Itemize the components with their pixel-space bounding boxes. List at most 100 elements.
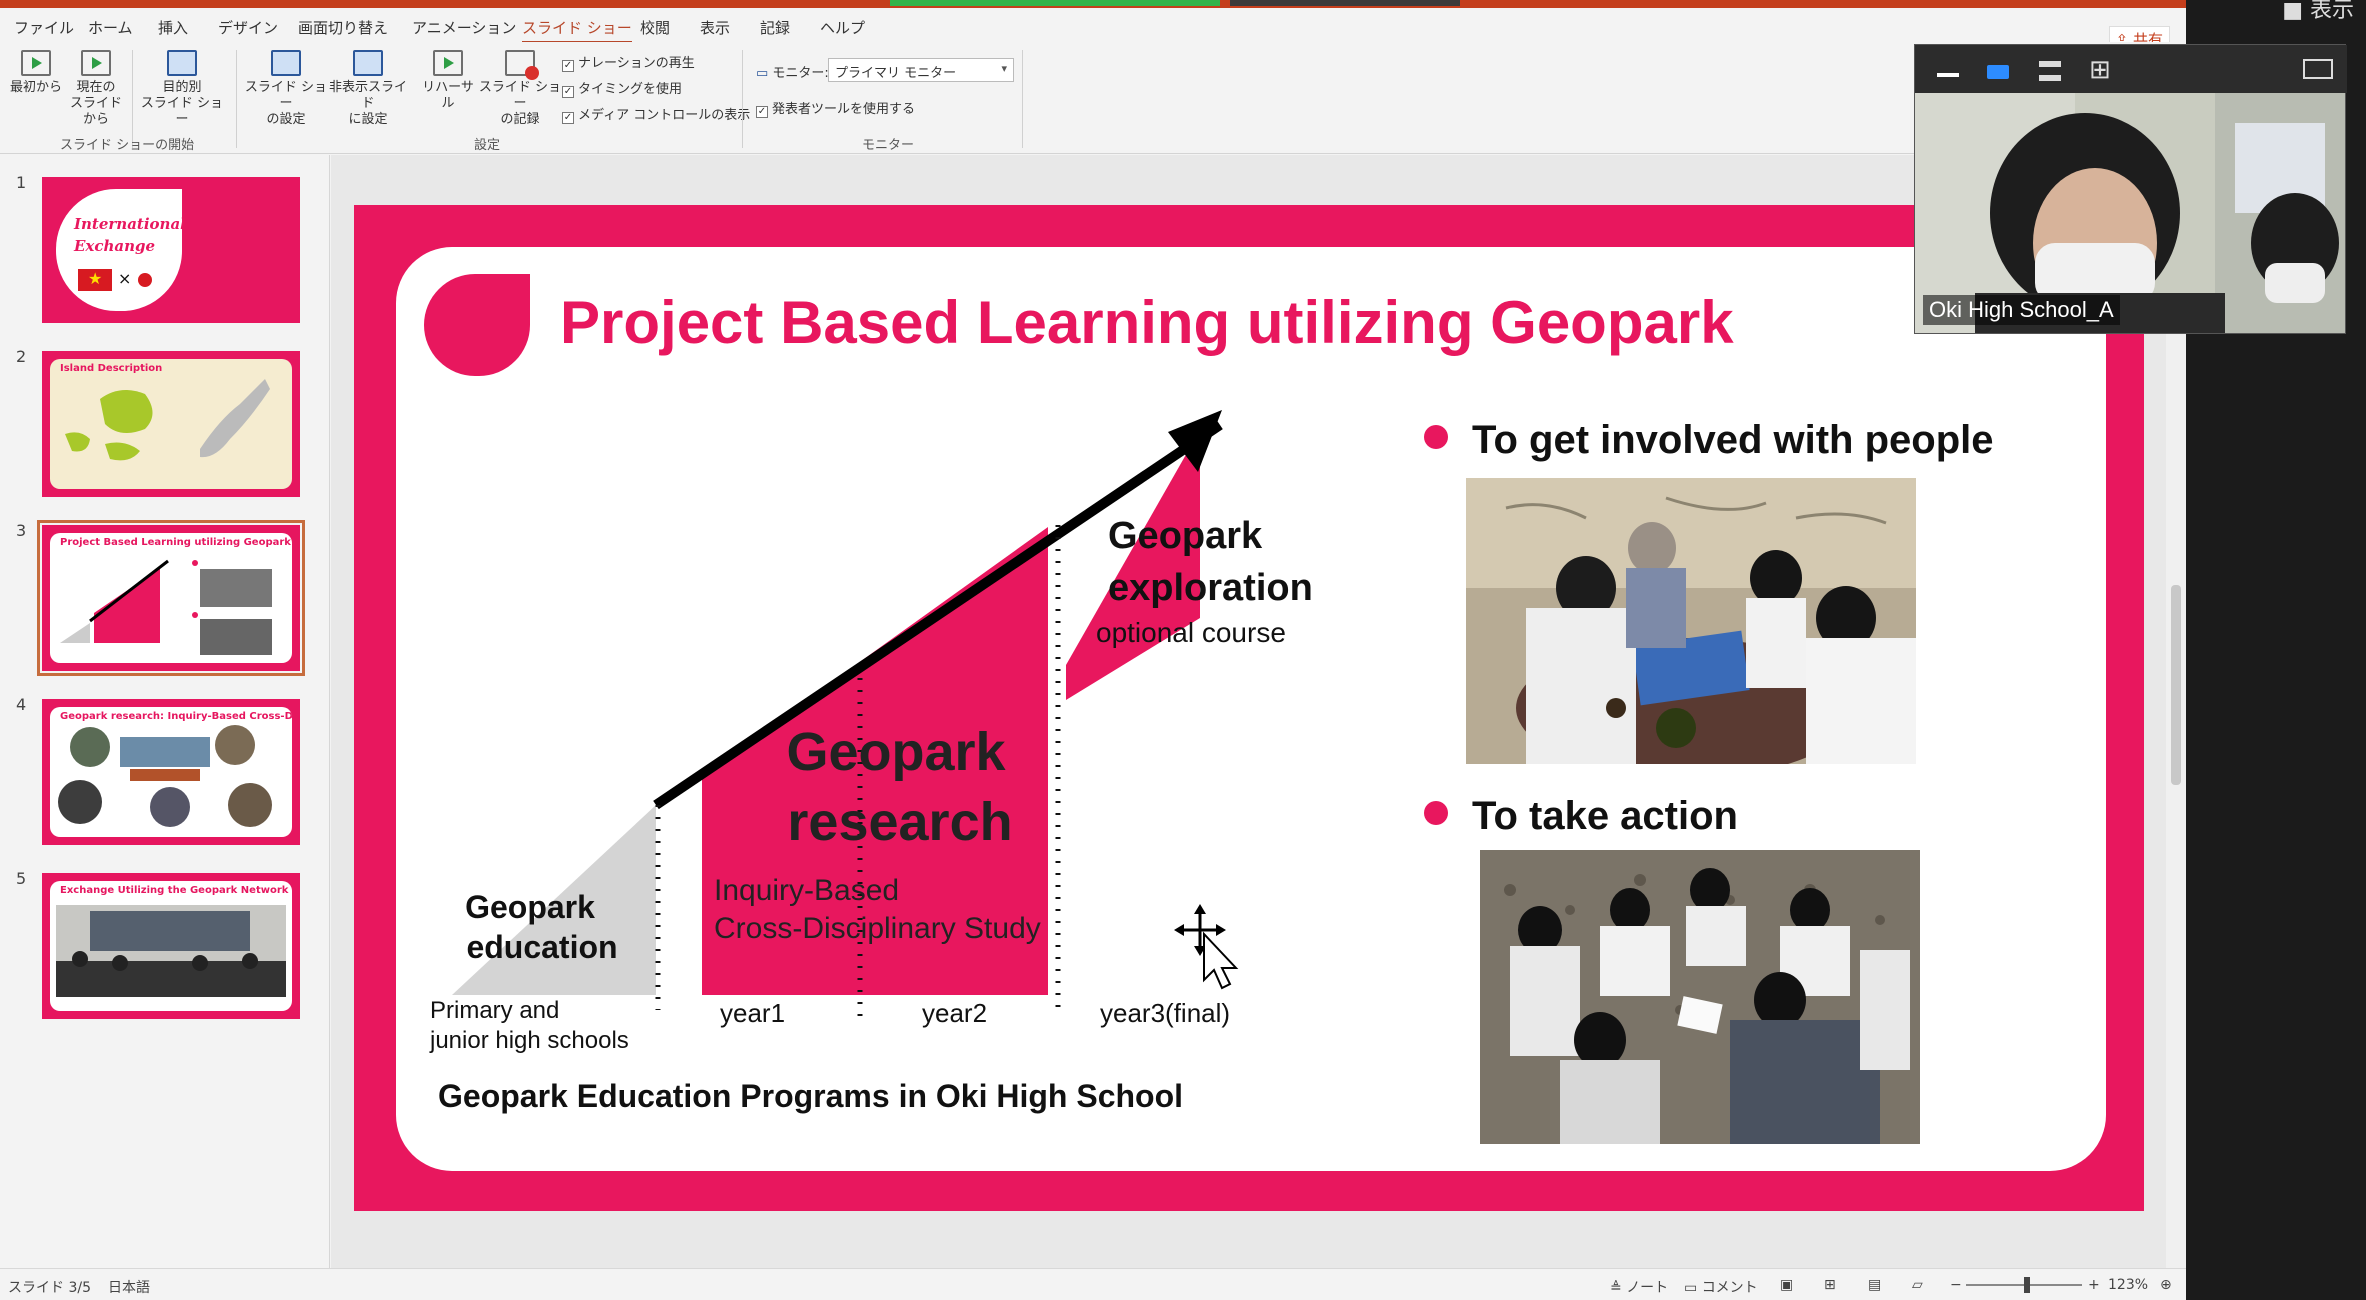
setup-label-2: の設定: [266, 112, 306, 127]
exploration-label-1: Geopark: [1108, 515, 1263, 557]
group-label-start: スライド ショーの開始: [60, 138, 195, 153]
edu-label-1: Geopark: [465, 889, 595, 925]
tab-help[interactable]: ヘルプ: [820, 17, 865, 38]
tab-view[interactable]: 表示: [700, 17, 730, 38]
progress-segment: [890, 0, 1220, 6]
tab-design[interactable]: デザイン: [218, 17, 278, 38]
check-icon: ✓: [562, 112, 574, 124]
zoom-in-icon[interactable]: +: [2088, 1277, 2100, 1293]
island-map-icon: [65, 379, 270, 461]
check-icon: ✓: [756, 106, 768, 118]
view-icon: ■: [2282, 0, 2310, 23]
media-controls-checkbox[interactable]: ✓ メディア コントロールの表示: [562, 104, 750, 124]
normal-view-icon[interactable]: ▣: [1780, 1277, 1793, 1293]
minimize-icon[interactable]: [1937, 73, 1959, 77]
exit-minimized-icon[interactable]: [2303, 59, 2333, 79]
move-cursor-icon: [1174, 904, 1239, 990]
rehearse-button[interactable]: リハーサル: [418, 50, 478, 112]
video-thumbnail-panel: ⊞ Oki High School_A: [1914, 44, 2347, 334]
zoom-out-icon[interactable]: −: [1950, 1277, 1962, 1293]
tab-file[interactable]: ファイル: [14, 17, 74, 38]
gallery-view-icon[interactable]: ⊞: [2089, 57, 2111, 83]
group-label-setup: 設定: [474, 138, 501, 153]
zoom-view-label[interactable]: ■ 表示: [2282, 0, 2354, 24]
reading-view-icon[interactable]: ▤: [1868, 1277, 1881, 1293]
thumbnail-slide-1[interactable]: International Exchange ★ ×: [42, 177, 300, 323]
research-label-2: research: [787, 792, 1012, 852]
from-current-label-1: 現在の: [76, 80, 116, 95]
thumbnail-view-icon[interactable]: [1987, 65, 2009, 79]
slide-sorter-icon[interactable]: ⊞: [1824, 1277, 1836, 1293]
custom-show-label-2: スライド ショー: [140, 96, 224, 127]
setup-slideshow-button[interactable]: スライド ショー の設定: [244, 50, 328, 128]
slideshow-view-icon[interactable]: ▱: [1912, 1277, 1923, 1293]
fit-to-window-icon[interactable]: ⊕: [2160, 1277, 2172, 1293]
thumbnail-slide-4[interactable]: Geopark research: Inquiry-Based Cross-Di…: [42, 699, 300, 845]
media-label: メディア コントロールの表示: [578, 108, 751, 123]
bullet-dot-icon: [1424, 425, 1448, 449]
slide-footer-caption: Geopark Education Programs in Oki High S…: [438, 1078, 1184, 1114]
timing-label: タイミングを使用: [578, 82, 683, 97]
from-current-button[interactable]: 現在の スライドから: [64, 50, 128, 128]
from-beginning-label: 最初から: [9, 80, 62, 95]
cross-icon: ×: [118, 269, 132, 288]
ribbon: 最初から 現在の スライドから 目的別 スライド ショー スライド ショーの開始…: [0, 42, 2186, 154]
hide-slide-button[interactable]: 非表示スライド に設定: [326, 50, 410, 128]
zoom-level[interactable]: 123%: [2108, 1277, 2148, 1293]
language-indicator[interactable]: 日本語: [108, 1277, 150, 1297]
narration-label: ナレーションの再生: [578, 56, 695, 71]
speaker-view-icon[interactable]: [2039, 61, 2061, 81]
research-label-1: Geopark: [786, 722, 1006, 782]
powerpoint-window: ファイル ホーム 挿入 デザイン 画面切り替え アニメーション スライド ショー…: [0, 0, 2186, 1300]
scrollbar-thumb[interactable]: [2171, 585, 2181, 785]
check-icon: ✓: [562, 60, 574, 72]
monitor-value: プライマリ モニター: [835, 66, 957, 81]
narration-checkbox[interactable]: ✓ ナレーションの再生: [562, 52, 695, 72]
participant-video[interactable]: Oki High School_A: [1915, 93, 2345, 333]
thumb-title: Geopark research: Inquiry-Based Cross-Di…: [60, 711, 292, 722]
zoom-slider-handle[interactable]: [2024, 1277, 2030, 1293]
tab-slideshow[interactable]: スライド ショー: [522, 17, 632, 44]
thumb-inner: Project Based Learning utilizing Geopark: [50, 533, 292, 663]
tab-insert[interactable]: 挿入: [158, 17, 188, 38]
photo-students-action: [1480, 850, 1920, 1144]
thumbnail-slide-2[interactable]: Island Description: [42, 351, 300, 497]
tab-animations[interactable]: アニメーション: [412, 17, 516, 38]
inquiry-label-1: Inquiry-Based: [714, 874, 899, 907]
photo-people-discussion: [1466, 478, 1916, 764]
thumb-classroom-photo-icon: [56, 905, 286, 997]
ribbon-divider: [236, 50, 237, 148]
optional-label: optional course: [1096, 617, 1286, 648]
thumb-number: 3: [16, 521, 27, 540]
record-slideshow-button[interactable]: スライド ショー の記録: [478, 50, 562, 128]
thumbnail-slide-3[interactable]: Project Based Learning utilizing Geopark: [37, 520, 305, 676]
notes-button[interactable]: ≜ ノート: [1610, 1277, 1668, 1297]
from-current-label-2: スライドから: [69, 96, 122, 127]
participant-name: Oki High School_A: [1923, 295, 2120, 325]
comments-label: コメント: [1701, 1280, 1758, 1296]
check-icon: ✓: [562, 86, 574, 98]
custom-show-button[interactable]: 目的別 スライド ショー: [136, 50, 228, 128]
comments-button[interactable]: ▭ コメント: [1684, 1277, 1758, 1297]
tab-record[interactable]: 記録: [760, 17, 790, 38]
japan-flag-icon: [138, 273, 152, 287]
thumb-inner: Geopark research: Inquiry-Based Cross-Di…: [50, 707, 292, 837]
thumbnail-pane: 1 International Exchange ★ × 2 Island De…: [0, 155, 330, 1270]
custom-show-icon: [167, 50, 197, 76]
timing-checkbox[interactable]: ✓ タイミングを使用: [562, 78, 682, 98]
exploration-shape: [1066, 430, 1200, 700]
presenter-view-checkbox[interactable]: ✓ 発表者ツールを使用する: [756, 98, 915, 118]
thumbnail-slide-5[interactable]: Exchange Utilizing the Geopark Network: [42, 873, 300, 1019]
tab-transitions[interactable]: 画面切り替え: [298, 17, 388, 38]
setup-icon: [271, 50, 301, 76]
tab-home[interactable]: ホーム: [88, 17, 133, 38]
bullet-involve-label: To get involved with people: [1472, 418, 1994, 462]
play-screen-icon: [21, 50, 51, 76]
monitor-select[interactable]: プライマリ モニター ▾: [828, 58, 1014, 82]
leaf-shape-icon: [424, 274, 530, 376]
stage-year1: year1: [720, 998, 785, 1028]
from-beginning-button[interactable]: 最初から: [8, 50, 64, 96]
tab-review[interactable]: 校閲: [640, 17, 670, 38]
setup-label-1: スライド ショー: [244, 80, 328, 111]
rehearse-label: リハーサル: [422, 80, 474, 111]
